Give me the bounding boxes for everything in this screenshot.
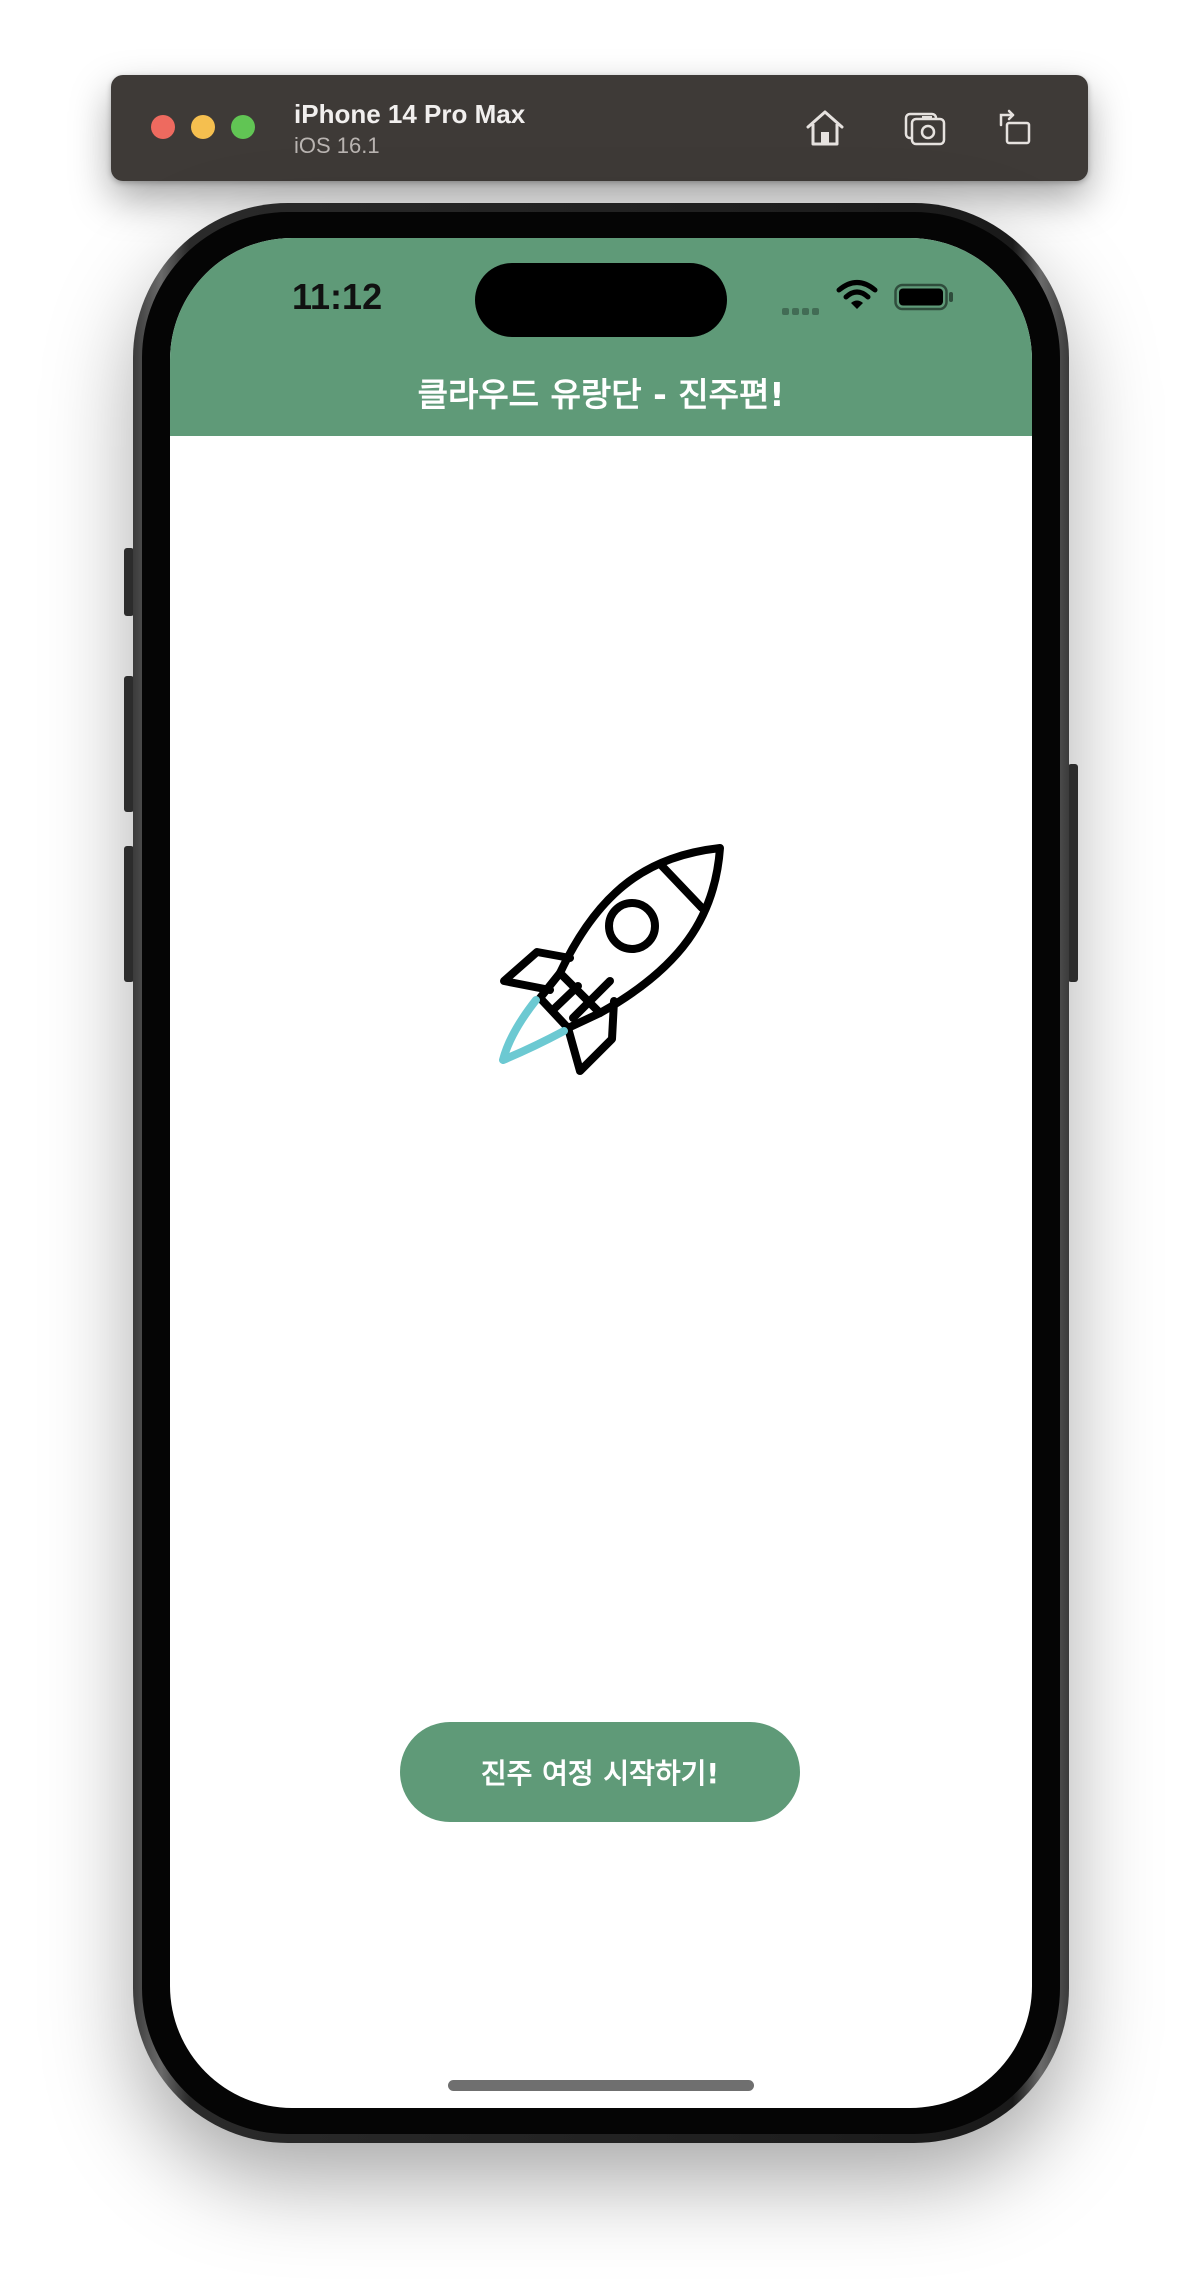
screenshot-button[interactable] (902, 105, 948, 151)
power-button (1068, 764, 1078, 982)
navigation-header: 11:12 클라우드 유랑단 - 진주편! (170, 238, 1032, 436)
page-title: 클라우드 유랑단 - 진주편! (417, 375, 785, 414)
device-name: iPhone 14 Pro Max (294, 99, 526, 129)
rocket-icon (499, 844, 724, 1075)
status-time: 11:12 (292, 276, 383, 317)
cellular-signal-icon (782, 302, 822, 320)
zoom-window-button[interactable] (231, 115, 255, 139)
wifi-icon (836, 280, 878, 309)
home-icon (806, 110, 844, 146)
screenshot-icon (904, 112, 946, 146)
simulator-page: iPhone 14 Pro Max iOS 16.1 11:12 클라우드 유랑… (0, 0, 1200, 2292)
dynamic-island (475, 263, 727, 337)
minimize-window-button[interactable] (191, 115, 215, 139)
start-journey-button[interactable]: 진주 여정 시작하기! (400, 1722, 800, 1822)
home-button[interactable] (802, 105, 848, 151)
os-version: iOS 16.1 (294, 133, 380, 158)
rotate-button[interactable] (993, 105, 1039, 151)
simulator-toolbar: iPhone 14 Pro Max iOS 16.1 (111, 75, 1088, 181)
home-indicator[interactable] (448, 2080, 754, 2091)
app-screen: 11:12 클라우드 유랑단 - 진주편! 진주 여정 시작하기! (170, 238, 1032, 2108)
battery-icon (894, 283, 953, 311)
rotate-icon (999, 109, 1031, 145)
close-window-button[interactable] (151, 115, 175, 139)
